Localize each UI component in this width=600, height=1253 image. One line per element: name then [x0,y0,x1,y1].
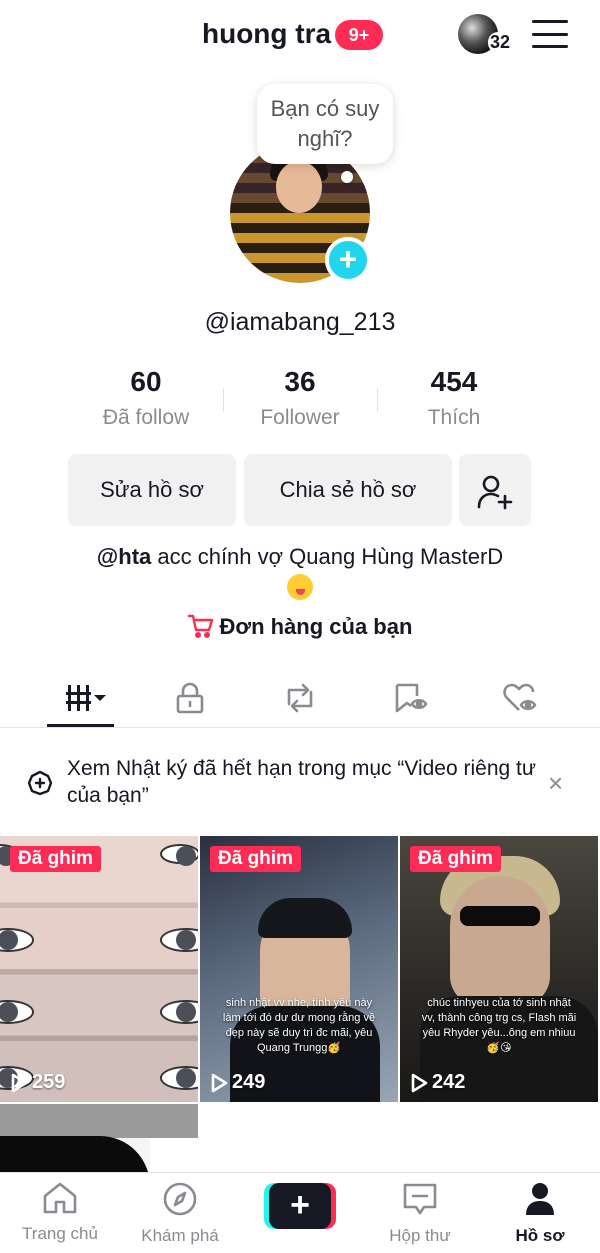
tab-videos[interactable] [52,676,112,720]
repost-icon [287,683,313,713]
video-thumbnail[interactable]: Đã ghim 259 [0,836,198,1102]
nav-explore[interactable]: Khám phá [120,1181,240,1246]
stat-label: Thích [427,406,481,429]
view-count-value: 242 [432,1071,466,1093]
profile-tabs [0,668,600,728]
stat-value: 60 [130,366,162,397]
top-bar: huong tra 9+ 32 [0,0,600,70]
orders-link[interactable]: Đơn hàng của bạn [0,614,600,640]
stat-value: 36 [284,366,316,397]
bio-mention[interactable]: @hta [97,544,151,569]
notice-text: Xem Nhật ký đã hết hạn trong mục “Video … [67,757,536,807]
profile-stats: 60 Đã follow 36 Follower 454 Thích [0,366,600,436]
pinned-badge: Đã ghim [210,846,301,872]
orders-label: Đơn hàng của bạn [219,614,413,639]
close-icon[interactable]: × [548,768,563,799]
diary-add-icon [27,770,53,796]
favorites-icon [395,683,427,713]
videos-grid-icon [66,685,106,711]
tab-liked[interactable] [490,676,550,720]
nav-label: Hộp thư [389,1226,451,1245]
create-button[interactable]: + [264,1183,336,1229]
nav-inbox[interactable]: Hộp thư [360,1181,480,1246]
nav-home[interactable]: Trang chủ [0,1181,120,1244]
plus-icon: + [269,1183,331,1229]
nav-label: Hồ sơ [515,1226,565,1245]
video-caption: chúc tinhyeu của tớ sinh nhật vv, thành … [421,997,577,1054]
profile-icon [526,1183,554,1215]
view-count-value: 249 [232,1071,266,1093]
tab-favorites[interactable] [380,676,440,720]
pinned-badge: Đã ghim [10,846,101,872]
thought-bubble[interactable]: Bạn có suy nghĩ? [257,84,393,164]
play-icon [11,1073,28,1092]
bottom-navigation: Trang chủ Khám phá + Hộp thư Hồ sơ [0,1172,600,1253]
yum-emoji-icon [287,574,313,600]
active-tab-indicator [47,724,114,727]
share-profile-button[interactable]: Chia sẻ hồ sơ [244,454,452,526]
stat-likes[interactable]: 454 Thích [374,366,534,430]
nav-label: Trang chủ [22,1224,98,1243]
add-user-icon [477,475,513,510]
story-count: 32 [488,32,513,53]
expired-diary-notice[interactable]: Xem Nhật ký đã hết hạn trong mục “Video … [0,750,600,816]
profile-bio: @hta acc chính vợ Quang Hùng MasterD [0,542,600,608]
view-count: 249 [210,1071,265,1094]
stat-label: Follower [260,406,340,429]
home-icon [43,1182,77,1214]
hamburger-menu-icon[interactable] [532,20,568,48]
video-thumbnail[interactable]: sinh nhật vv nhe, tình yêu này làm tới đ… [200,836,398,1102]
lock-icon [176,682,204,714]
tab-reposts[interactable] [270,676,330,720]
notification-badge[interactable]: 9+ [335,20,383,50]
pinned-badge: Đã ghim [410,846,501,872]
stat-label: Đã follow [102,406,190,429]
view-count: 259 [10,1071,65,1094]
bio-text: acc chính vợ Quang Hùng MasterD [151,544,504,569]
inbox-icon [403,1183,437,1215]
stat-value: 454 [430,366,478,397]
thought-bubble-tail [341,171,353,183]
video-caption: sinh nhật vv nhe, tình yêu này làm tới đ… [222,997,376,1054]
edit-profile-button[interactable]: Sửa hồ sơ [68,454,236,526]
video-thumbnail-partial[interactable] [0,1104,198,1138]
video-thumbnail[interactable]: chúc tinhyeu của tớ sinh nhật vv, thành … [400,836,598,1102]
play-icon [411,1073,428,1092]
profile-title[interactable]: huong tra [202,18,331,50]
play-icon [211,1073,228,1092]
stat-following[interactable]: 60 Đã follow [66,366,226,430]
add-friend-button[interactable] [459,454,531,526]
stat-followers[interactable]: 36 Follower [220,366,380,430]
view-count: 242 [410,1071,465,1094]
view-count-value: 259 [32,1071,66,1093]
compass-icon [163,1182,197,1216]
tab-private[interactable] [160,676,220,720]
nav-label: Khám phá [141,1226,219,1245]
add-avatar-button[interactable]: + [325,237,371,283]
cart-icon [187,614,213,638]
nav-profile[interactable]: Hồ sơ [480,1181,600,1246]
liked-icon [503,683,537,711]
profile-handle: @iamabang_213 [204,308,396,336]
